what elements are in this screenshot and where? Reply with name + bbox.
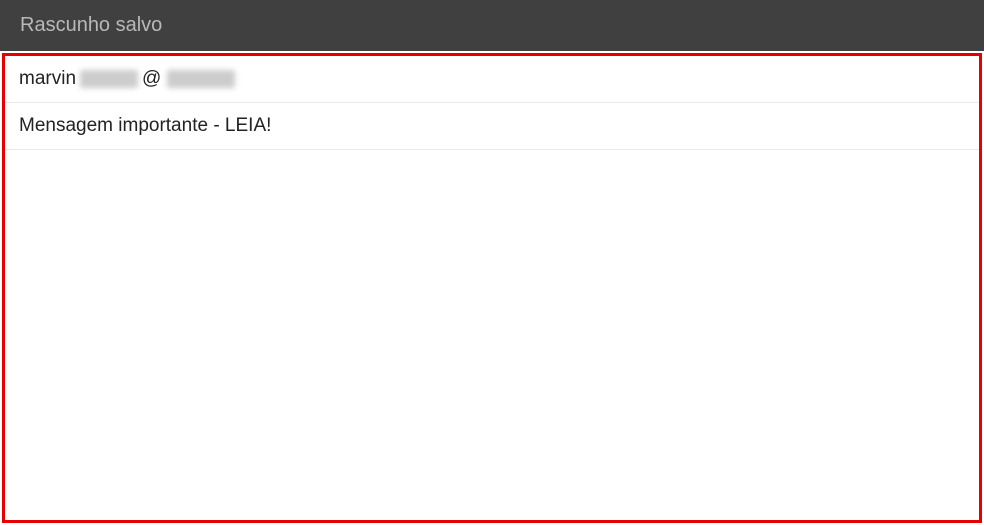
recipient-text-prefix: marvin xyxy=(19,68,76,90)
recipient-field[interactable]: marvin @ xyxy=(5,56,979,103)
body-textarea[interactable] xyxy=(19,164,965,506)
recipient-at-symbol: @ xyxy=(142,68,161,90)
redacted-text xyxy=(80,70,138,88)
compose-window: Rascunho salvo marvin @ xyxy=(0,0,984,525)
subject-input[interactable] xyxy=(19,115,965,137)
compose-header: Rascunho salvo xyxy=(0,0,984,51)
subject-field-row xyxy=(5,103,979,150)
redacted-text xyxy=(167,70,235,88)
header-title: Rascunho salvo xyxy=(20,14,162,36)
compose-fields: marvin @ xyxy=(2,53,982,523)
body-field-row xyxy=(5,150,979,520)
